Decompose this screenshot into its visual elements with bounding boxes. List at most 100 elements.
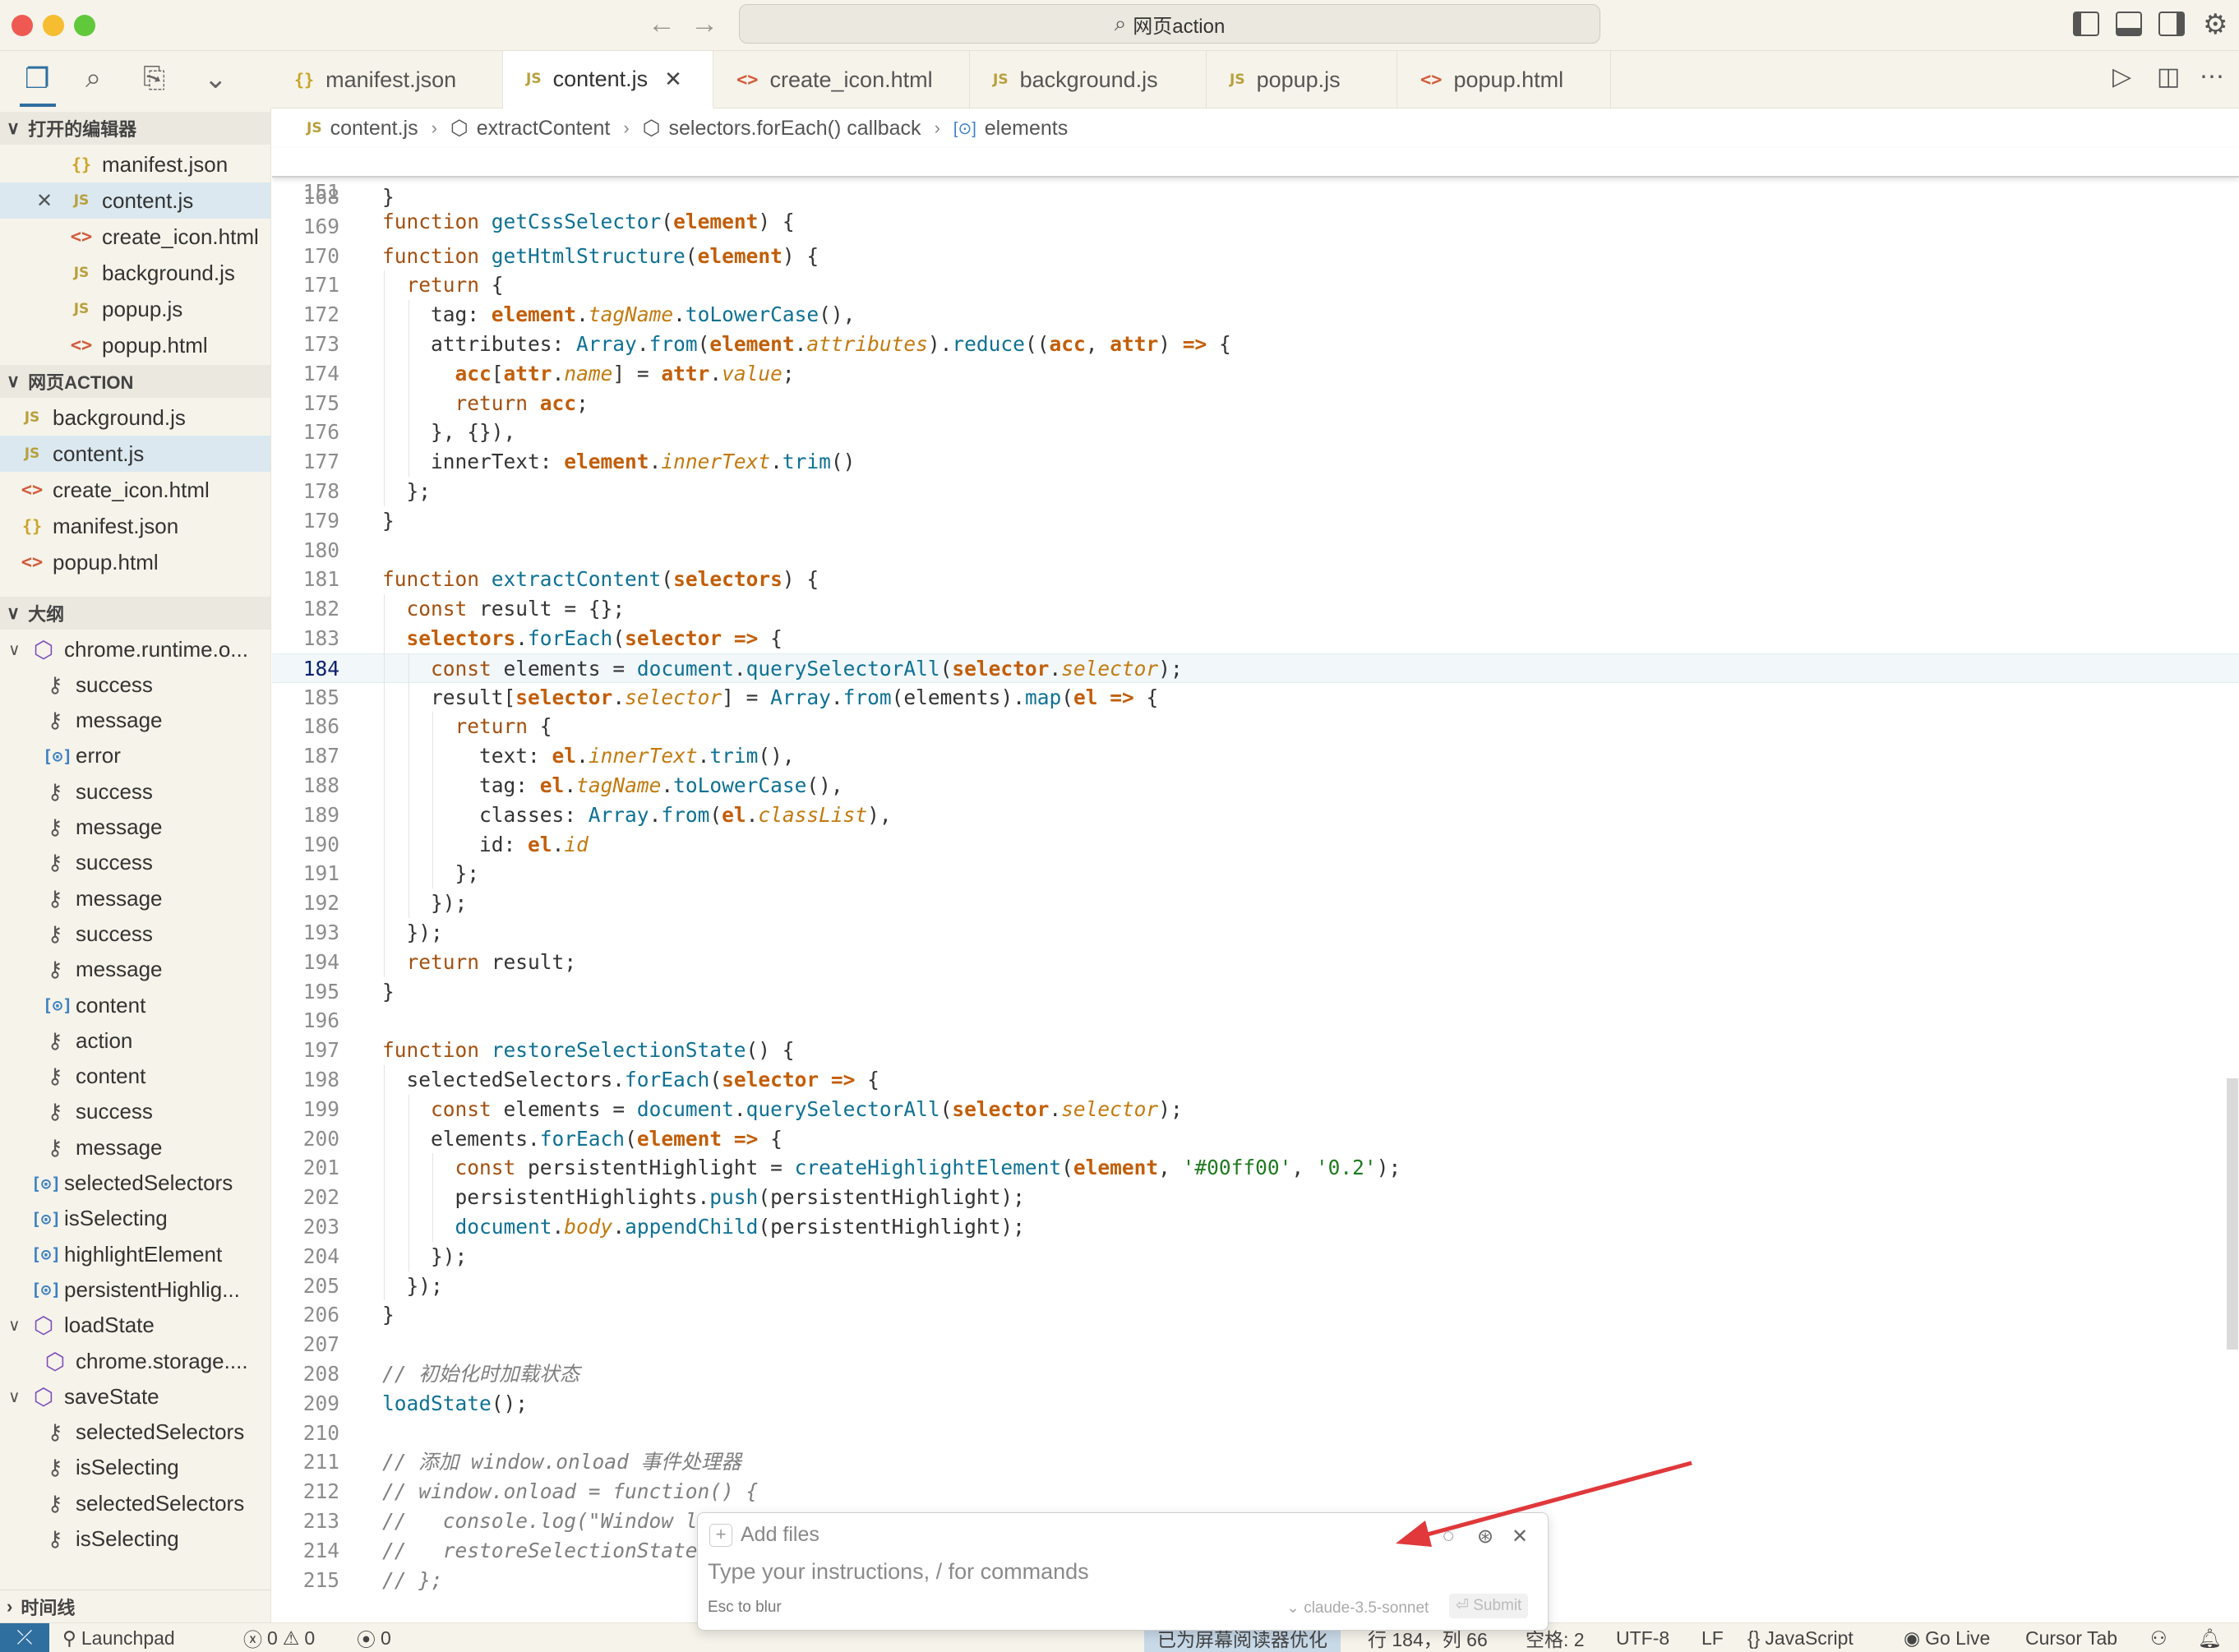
file-item[interactable]: {} manifest.json: [0, 508, 270, 544]
chevron-down-icon[interactable]: ∨: [8, 1315, 31, 1336]
outline-item[interactable]: ⚷ success: [0, 773, 270, 810]
open-editor-item[interactable]: JS popup.js: [0, 291, 270, 327]
model-selector[interactable]: ⌄ claude-3.5-sonnet: [1286, 1599, 1429, 1617]
chevron-down-icon[interactable]: ∨: [8, 639, 31, 660]
code-line[interactable]: 208 // 初始化时加载状态: [272, 1359, 2239, 1389]
code-line[interactable]: 212 // window.onload = function() {: [272, 1477, 2239, 1507]
toggle-sidebar-icon[interactable]: [2073, 12, 2099, 36]
close-window-button[interactable]: [12, 15, 33, 36]
code-line[interactable]: 173 attributes: Array.from(element.attri…: [272, 330, 2239, 359]
breadcrumb-item[interactable]: extractContent: [477, 117, 611, 141]
code-editor[interactable]: JS content.js › ⬡ extractContent › ⬡ sel…: [272, 108, 2239, 1622]
search-icon[interactable]: ⌕: [85, 62, 101, 95]
gear-icon[interactable]: ⚙: [2203, 8, 2227, 41]
outline-item[interactable]: ⚷ success: [0, 845, 270, 881]
language-mode[interactable]: {} JavaScript: [1747, 1623, 1854, 1652]
code-line[interactable]: 182 const result = {};: [272, 594, 2239, 624]
code-line[interactable]: 207: [272, 1330, 2239, 1359]
launchpad-item[interactable]: ⚲ Launchpad: [62, 1623, 175, 1652]
code-line[interactable]: 211 // 添加 window.onload 事件处理器: [272, 1447, 2239, 1477]
go-live-item[interactable]: ◉ Go Live: [1904, 1623, 1990, 1652]
file-item[interactable]: JS content.js: [0, 436, 270, 472]
toggle-secondary-sidebar-icon[interactable]: [2158, 12, 2185, 36]
breadcrumb-item[interactable]: content.js: [330, 117, 418, 141]
code-line[interactable]: 190 id: el.id: [272, 830, 2239, 860]
breadcrumb-item[interactable]: selectors.forEach() callback: [669, 117, 921, 141]
code-line[interactable]: 183 selectors.forEach(selector => {: [272, 624, 2239, 653]
code-line[interactable]: 194 return result;: [272, 948, 2239, 977]
current-code-line[interactable]: 184 const elements = document.querySelec…: [272, 653, 2239, 683]
split-editor-icon[interactable]: ◫: [2157, 62, 2180, 91]
outline-item[interactable]: ⚷ message: [0, 1129, 270, 1165]
tab-popup-js[interactable]: JS popup.js: [1207, 51, 1397, 108]
code-line[interactable]: 186 return {: [272, 712, 2239, 741]
command-center[interactable]: ⌕ 网页action: [739, 4, 1600, 44]
explorer-icon[interactable]: ❐: [25, 62, 49, 95]
code-line[interactable]: 199 const elements = document.querySelec…: [272, 1095, 2239, 1124]
outline-item[interactable]: [⊙] highlightElement: [0, 1236, 270, 1272]
outline-item[interactable]: ⚷ message: [0, 703, 270, 739]
code-line[interactable]: 195}: [272, 977, 2239, 1007]
code-line[interactable]: 192 });: [272, 888, 2239, 918]
toggle-panel-icon[interactable]: [2116, 12, 2142, 36]
outline-header[interactable]: ∨ 大纲: [0, 597, 270, 630]
maximize-window-button[interactable]: [74, 15, 95, 36]
outline-item[interactable]: [⊙] error: [0, 738, 270, 774]
code-line[interactable]: 201 const persistentHighlight = createHi…: [272, 1153, 2239, 1183]
code-line[interactable]: 197 function restoreSelectionState() {: [272, 1036, 2239, 1065]
outline-item[interactable]: ⚷ selectedSelectors: [0, 1414, 270, 1451]
copilot-icon[interactable]: ⚇: [2150, 1623, 2167, 1652]
run-icon[interactable]: ▷: [2112, 62, 2131, 91]
open-editor-item[interactable]: <> create_icon.html: [0, 219, 270, 255]
open-editor-item[interactable]: ✕ JS content.js: [0, 182, 270, 219]
code-line[interactable]: 181 function extractContent(selectors) {: [272, 565, 2239, 594]
file-item[interactable]: <> create_icon.html: [0, 472, 270, 508]
outline-item[interactable]: ⬡ chrome.storage....: [0, 1343, 270, 1379]
notifications-icon[interactable]: 🔔︎: [2198, 1623, 2222, 1652]
problems-item[interactable]: ⓧ 0 ⚠ 0: [243, 1623, 315, 1652]
chevron-down-icon[interactable]: ⌄: [204, 62, 228, 95]
more-actions-icon[interactable]: ⋯: [2200, 62, 2224, 91]
outline-item[interactable]: ⚷ content: [0, 1059, 270, 1095]
encoding[interactable]: UTF-8: [1616, 1623, 1669, 1652]
code-line[interactable]: 196: [272, 1006, 2239, 1036]
instructions-input[interactable]: Type your instructions, / for commands: [708, 1559, 1089, 1585]
code-line[interactable]: 205 });: [272, 1271, 2239, 1301]
submit-button[interactable]: ⏎ Submit: [1449, 1594, 1529, 1618]
code-line[interactable]: 200 elements.forEach(element => {: [272, 1124, 2239, 1154]
ports-item[interactable]: ⦿ 0: [357, 1623, 391, 1652]
project-header[interactable]: ∨ 网页ACTION: [0, 365, 270, 398]
timeline-header[interactable]: › 时间线: [0, 1590, 270, 1622]
code-line[interactable]: 188 tag: el.tagName.toLowerCase(),: [272, 771, 2239, 801]
outline-item[interactable]: ⚷ isSelecting: [0, 1521, 270, 1557]
outline-item[interactable]: ⚷ isSelecting: [0, 1450, 270, 1486]
tab-create-icon-html[interactable]: <> create_icon.html: [713, 51, 970, 108]
code-line[interactable]: 204 });: [272, 1242, 2239, 1271]
remote-indicator[interactable]: ⤫: [0, 1623, 49, 1652]
tab-background-js[interactable]: JS background.js: [970, 51, 1207, 108]
code-line[interactable]: 170 function getHtmlStructure(element) {: [272, 242, 2239, 271]
code-line[interactable]: 193 });: [272, 918, 2239, 948]
chevron-down-icon[interactable]: ∨: [8, 1387, 31, 1407]
add-files-button[interactable]: + Add files: [709, 1523, 819, 1547]
forward-arrow-icon[interactable]: →: [690, 8, 718, 40]
code-line[interactable]: 191 };: [272, 859, 2239, 888]
editor-scrollbar[interactable]: [2227, 1078, 2238, 1350]
code-line[interactable]: 174 acc[attr.name] = attr.value;: [272, 359, 2239, 389]
outline-item[interactable]: ⚷ message: [0, 880, 270, 916]
cursor-tab-item[interactable]: Cursor Tab: [2025, 1623, 2117, 1652]
outline-item[interactable]: [⊙] content: [0, 987, 270, 1023]
source-control-icon[interactable]: ⎘: [143, 62, 165, 95]
code-line[interactable]: 177 innerText: element.innerText.trim(): [272, 447, 2239, 477]
line-ending[interactable]: LF: [1701, 1623, 1724, 1652]
outline-item[interactable]: ⚷ action: [0, 1022, 270, 1059]
code-line[interactable]: 198 selectedSelectors.forEach(selector =…: [272, 1065, 2239, 1095]
open-editors-header[interactable]: ∨ 打开的编辑器: [0, 112, 270, 145]
code-line[interactable]: 210: [272, 1419, 2239, 1448]
open-editor-item[interactable]: {} manifest.json: [0, 146, 270, 182]
outline-item[interactable]: [⊙] selectedSelectors: [0, 1165, 270, 1202]
breadcrumb-item[interactable]: elements: [985, 117, 1068, 141]
tab-content-js[interactable]: JS content.js ✕: [503, 51, 713, 108]
code-line[interactable]: 175 return acc;: [272, 389, 2239, 418]
outline-item[interactable]: ∨ ⬡ loadState: [0, 1308, 270, 1344]
